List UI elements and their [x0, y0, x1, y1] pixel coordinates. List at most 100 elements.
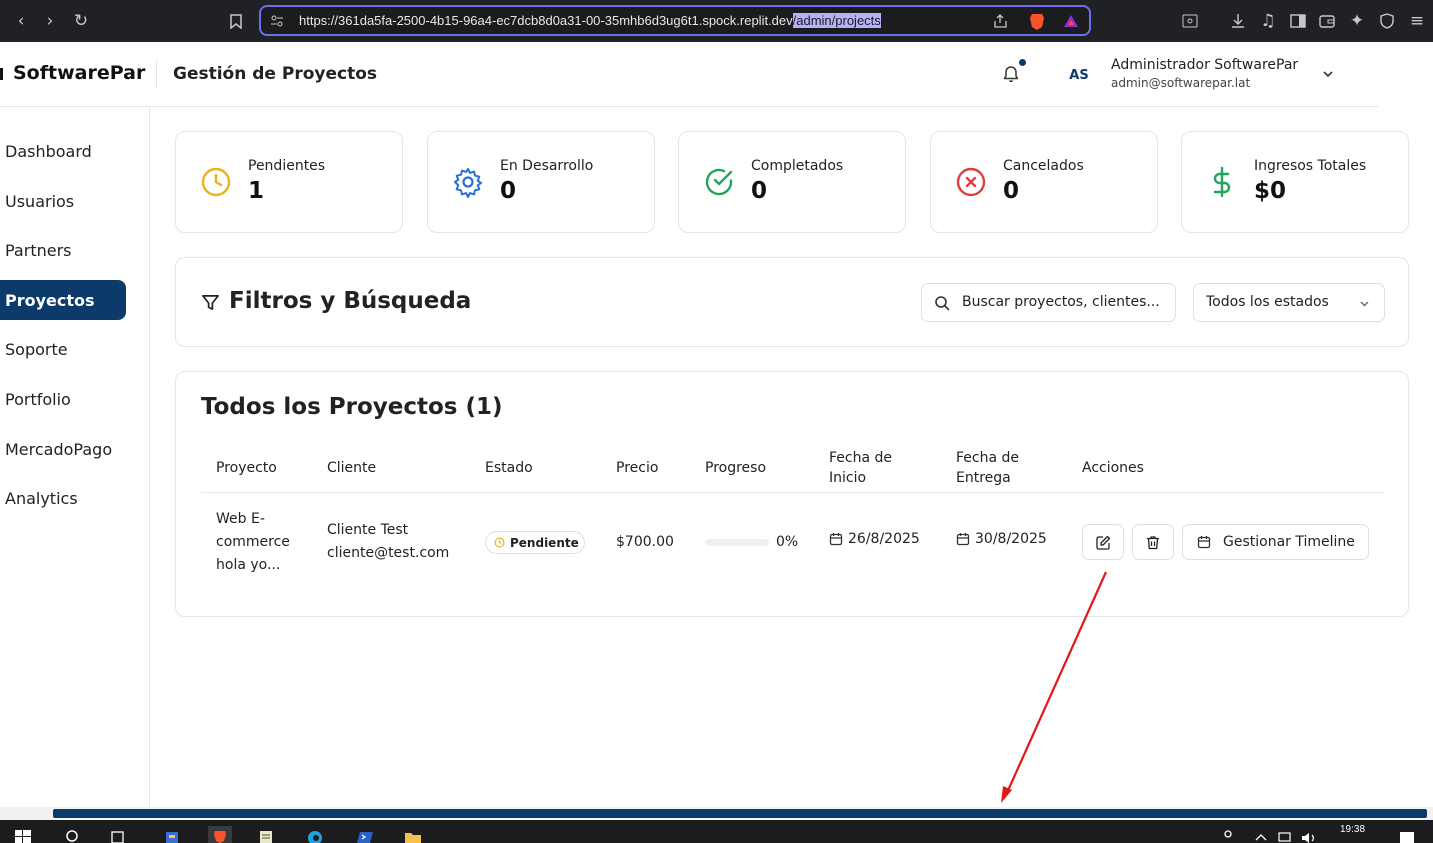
sidebar-item-portfolio[interactable]: Portfolio — [0, 379, 126, 419]
app: SoftwarePar Gestión de Proyectos AS Admi… — [0, 42, 1433, 807]
chevron-down-icon — [1360, 301, 1369, 307]
browser-toolbar: ‹ › ↻ https://361da5fa-2500-4b15-96a4-ec… — [0, 0, 1433, 42]
sidebar-toggle-icon[interactable] — [1288, 11, 1308, 31]
volume-icon[interactable] — [1300, 826, 1318, 843]
bell-icon[interactable] — [1001, 64, 1021, 84]
stat-value: 0 — [1003, 178, 1020, 204]
vpn-icon[interactable] — [1377, 11, 1397, 31]
people-icon[interactable] — [1219, 826, 1237, 843]
page-title: Gestión de Proyectos — [173, 64, 378, 84]
download-icon[interactable] — [1228, 11, 1248, 31]
gear-icon — [454, 168, 482, 198]
stat-label: Completados — [751, 158, 844, 174]
brand-mark — [0, 68, 3, 80]
sidebar-item-mercadopago[interactable]: MercadoPago — [0, 429, 126, 469]
windows-start-icon[interactable] — [14, 826, 32, 843]
column-header-proyecto: Proyecto — [216, 460, 277, 476]
site-settings-icon[interactable] — [267, 11, 287, 31]
project-name[interactable]: Web E-commerce hola yo... — [216, 508, 306, 577]
filter-icon — [202, 294, 219, 311]
search-input[interactable]: Buscar proyectos, clientes... — [921, 283, 1176, 322]
sidebar-item-dashboard[interactable]: Dashboard — [0, 131, 126, 171]
notepad-icon[interactable] — [257, 826, 275, 843]
horizontal-scrollbar[interactable] — [0, 807, 1433, 820]
stat-card-completados: Completados 0 — [678, 131, 906, 233]
calendar-icon — [829, 533, 843, 546]
folder-icon[interactable] — [404, 826, 422, 843]
column-header-fecha-inicio: Fecha de Inicio — [829, 450, 892, 486]
sidebar-item-analytics[interactable]: Analytics — [0, 478, 126, 518]
start-date-text: 26/8/2025 — [848, 531, 920, 547]
rewards-icon[interactable] — [1061, 11, 1081, 31]
client-name: Cliente Test — [327, 522, 409, 538]
sidebar-item-usuarios[interactable]: Usuarios — [0, 181, 126, 221]
sidebar-item-proyectos[interactable]: Proyectos — [0, 280, 126, 320]
end-date: 30/8/2025 — [956, 531, 1047, 547]
status-badge-label: Pendiente — [510, 535, 579, 550]
search-icon[interactable] — [64, 826, 82, 843]
wallet-icon[interactable] — [1317, 11, 1337, 31]
chevron-up-icon[interactable] — [1254, 826, 1268, 843]
status-select[interactable]: Todos los estados — [1193, 283, 1385, 322]
avatar[interactable]: AS — [1065, 62, 1093, 88]
projects-title: Todos los Proyectos (1) — [201, 394, 503, 420]
share-icon[interactable] — [991, 11, 1011, 31]
reload-icon[interactable]: ↻ — [71, 11, 91, 31]
manage-timeline-label: Gestionar Timeline — [1223, 534, 1355, 550]
stat-label: Pendientes — [248, 158, 326, 174]
bookmark-icon[interactable] — [226, 11, 246, 31]
stat-card-pendientes: Pendientes 1 — [175, 131, 403, 233]
end-date-text: 30/8/2025 — [975, 531, 1047, 547]
filters-title: Filtros y Búsqueda — [229, 288, 472, 314]
filters-card: Filtros y Búsqueda Buscar proyectos, cli… — [175, 257, 1409, 347]
sidebar-item-partners[interactable]: Partners — [0, 230, 126, 270]
clock-icon — [201, 167, 231, 197]
edge-icon[interactable] — [306, 826, 324, 843]
progress-bar — [705, 539, 769, 546]
network-app-icon[interactable] — [163, 826, 181, 843]
search-icon — [935, 296, 950, 311]
status-select-value: Todos los estados — [1206, 294, 1329, 310]
brand-logo[interactable]: SoftwarePar — [13, 62, 145, 84]
chevron-down-icon[interactable] — [1321, 67, 1335, 81]
leo-ai-icon[interactable]: ✦ — [1347, 11, 1367, 31]
user-email: admin@softwarepar.lat — [1111, 76, 1251, 90]
column-header-progreso: Progreso — [705, 460, 767, 476]
back-icon[interactable]: ‹ — [11, 11, 31, 31]
clock-time[interactable]: 19:38 — [1340, 824, 1365, 835]
delete-button[interactable] — [1132, 524, 1174, 560]
stat-label: Cancelados — [1003, 158, 1084, 174]
address-bar[interactable]: https://361da5fa-2500-4b15-96a4-ec7dcb8d… — [259, 5, 1091, 36]
dollar-icon — [1213, 166, 1231, 198]
projects-card: Todos los Proyectos (1) Proyecto Cliente… — [175, 371, 1409, 617]
powershell-icon[interactable] — [356, 826, 374, 843]
column-header-fecha-entrega: Fecha de Entrega — [956, 450, 1019, 486]
url-text: https://361da5fa-2500-4b15-96a4-ec7dcb8d… — [299, 13, 881, 28]
forward-icon[interactable]: › — [40, 11, 60, 31]
stat-value: 1 — [248, 178, 265, 204]
user-name[interactable]: Administrador SoftwarePar — [1111, 57, 1298, 73]
brave-browser-icon[interactable] — [208, 826, 232, 843]
brave-shield-icon[interactable] — [1027, 11, 1047, 31]
music-icon[interactable]: ♫ — [1258, 11, 1278, 31]
start-date: 26/8/2025 — [829, 531, 920, 547]
scrollbar-thumb[interactable] — [53, 809, 1427, 818]
clock-icon — [494, 537, 505, 548]
stat-value: $0 — [1254, 178, 1287, 204]
menu-icon[interactable]: ≡ — [1407, 11, 1427, 31]
header-divider — [156, 60, 157, 88]
edit-button[interactable] — [1082, 524, 1124, 560]
top-header: SoftwarePar Gestión de Proyectos AS Admi… — [0, 42, 1378, 107]
client-email: cliente@test.com — [327, 545, 450, 561]
stat-card-en-desarrollo: En Desarrollo 0 — [427, 131, 655, 233]
check-circle-icon — [705, 168, 733, 196]
taskbar: 19:38 — [0, 820, 1433, 843]
reader-icon[interactable] — [1180, 11, 1200, 31]
task-view-icon[interactable] — [110, 826, 128, 843]
notifications-icon[interactable] — [1398, 826, 1416, 843]
network-icon[interactable] — [1276, 826, 1294, 843]
sidebar-item-soporte[interactable]: Soporte — [0, 329, 126, 369]
manage-timeline-button[interactable]: Gestionar Timeline — [1182, 524, 1369, 560]
stat-card-cancelados: Cancelados 0 — [930, 131, 1158, 233]
stat-value: 0 — [751, 178, 768, 204]
